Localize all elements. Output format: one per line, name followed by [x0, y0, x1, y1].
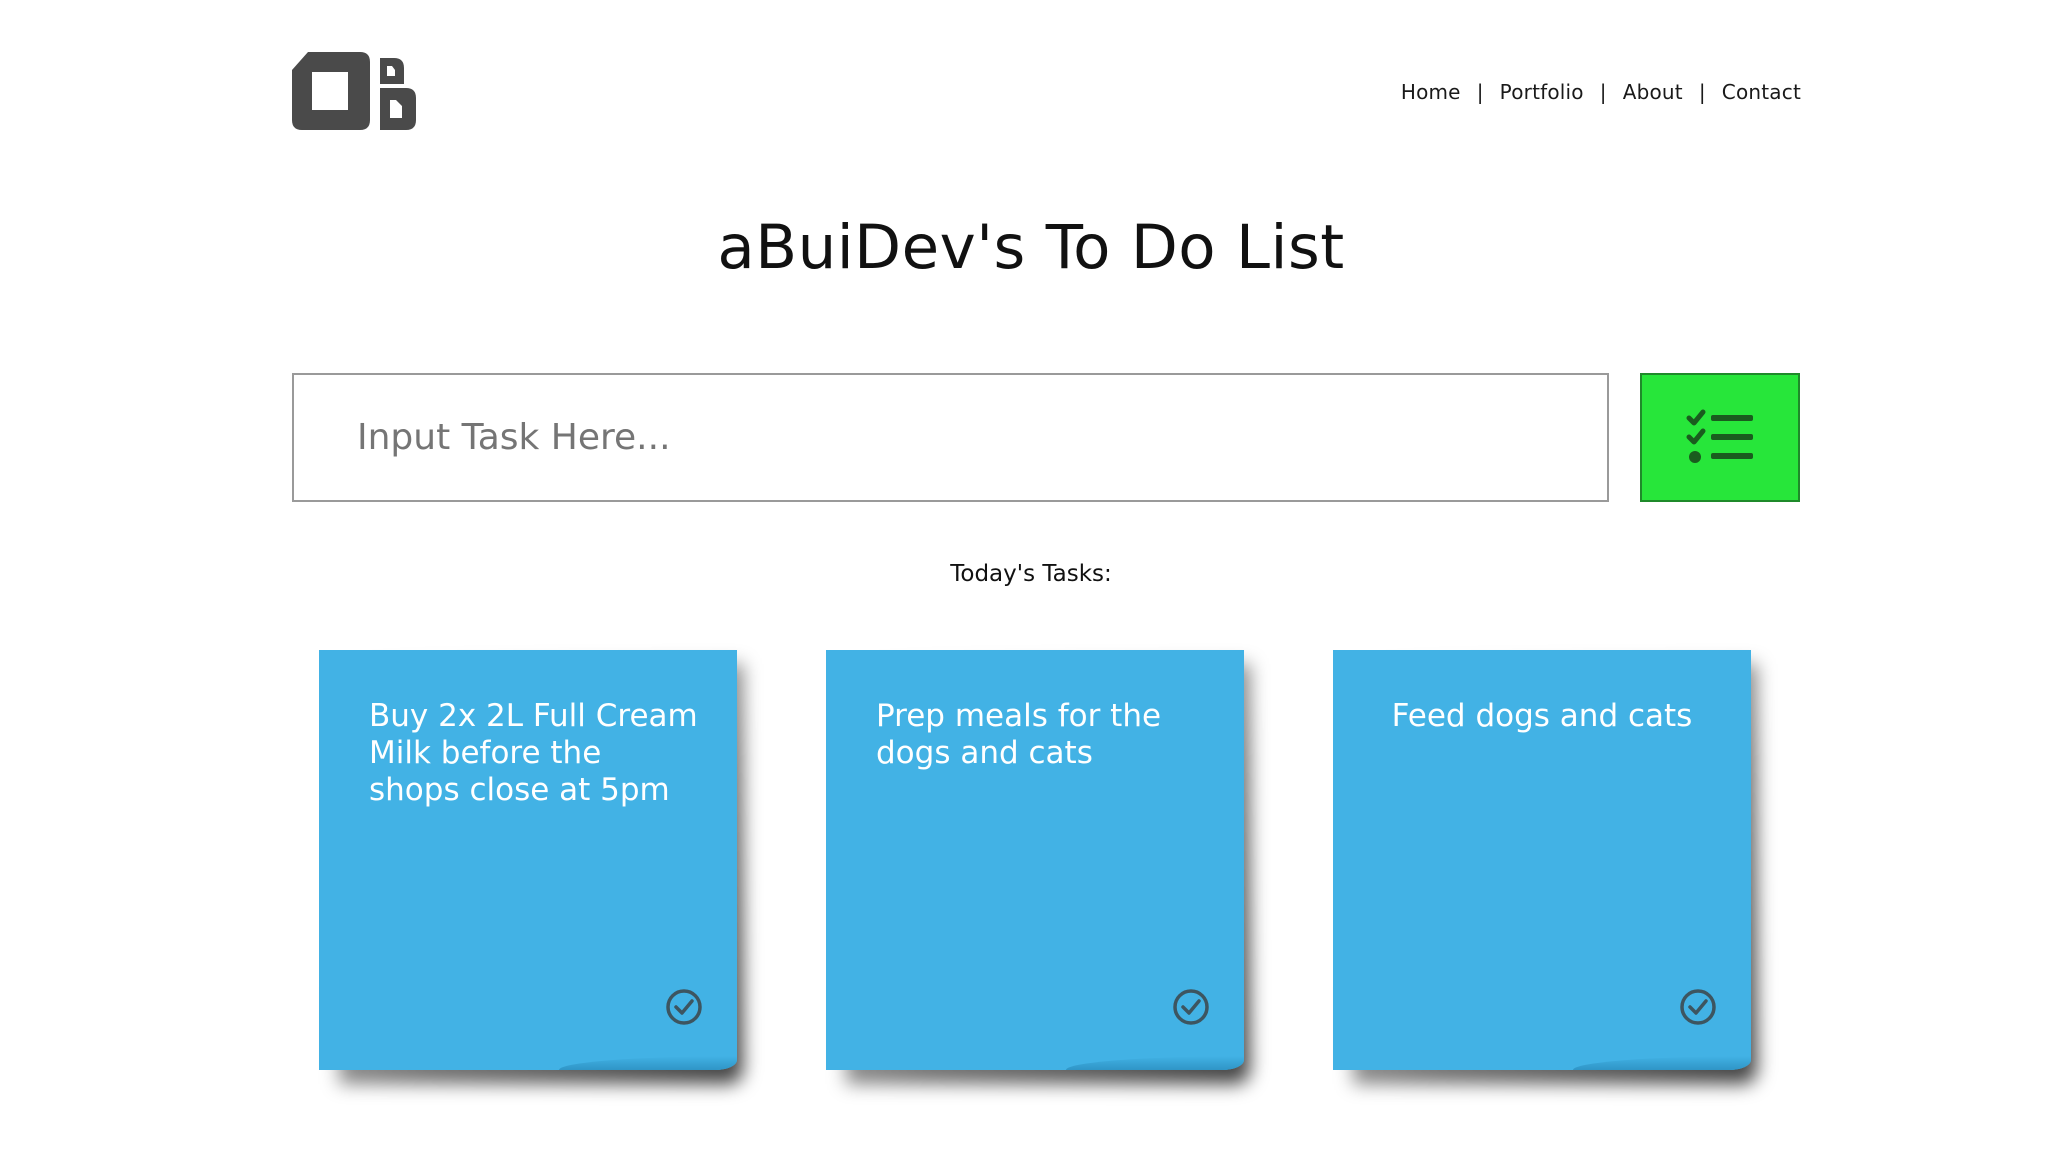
task-text: Feed dogs and cats [1391, 698, 1693, 734]
nav-about-link[interactable]: About [1623, 80, 1683, 104]
page-title: aBuiDev's To Do List [717, 212, 1345, 283]
nav-separator: | [1599, 80, 1607, 104]
nav-contact-link[interactable]: Contact [1722, 80, 1801, 104]
todays-tasks-label: Today's Tasks: [950, 561, 1112, 587]
main-nav: Home | Portfolio | About | Contact [1401, 80, 1801, 104]
nav-portfolio-link[interactable]: Portfolio [1500, 80, 1584, 104]
task-note: Prep meals for the dogs and cats [826, 650, 1250, 1084]
check-circle-icon[interactable] [1171, 987, 1211, 1027]
task-input[interactable] [292, 373, 1609, 502]
task-text: Buy 2x 2L Full Cream Milk before the sho… [369, 698, 698, 808]
abuidev-logo-icon [292, 52, 416, 130]
nav-home-link[interactable]: Home [1401, 80, 1461, 104]
check-circle-icon[interactable] [1678, 987, 1718, 1027]
check-circle-icon[interactable] [664, 987, 704, 1027]
nav-separator: | [1698, 80, 1706, 104]
checklist-icon [1686, 409, 1753, 463]
task-note: Feed dogs and cats [1333, 650, 1757, 1084]
logo[interactable] [290, 50, 420, 132]
add-task-button[interactable] [1640, 373, 1800, 502]
task-text: Prep meals for the dogs and cats [876, 698, 1162, 771]
task-note: Buy 2x 2L Full Cream Milk before the sho… [319, 650, 743, 1084]
nav-separator: | [1476, 80, 1484, 104]
